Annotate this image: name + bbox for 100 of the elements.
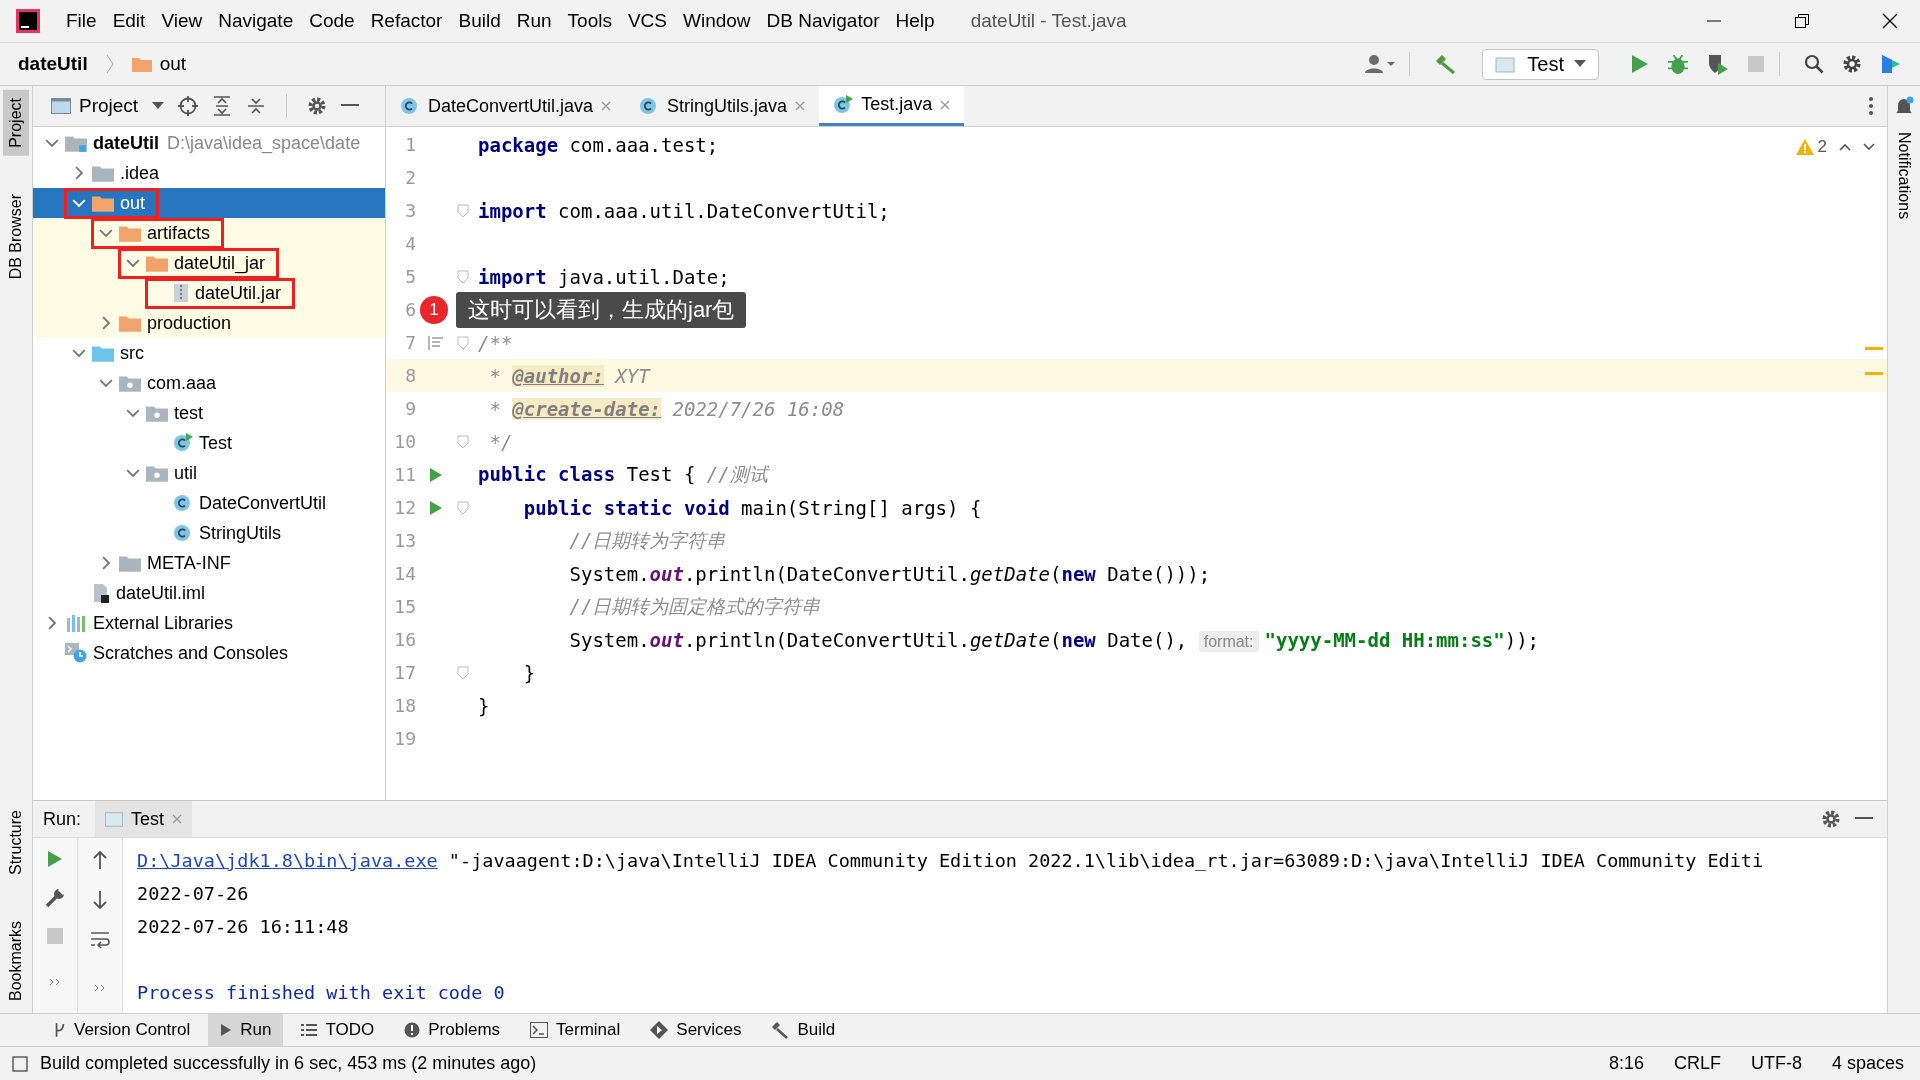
tree-item[interactable]: util (33, 458, 385, 488)
search-icon[interactable] (1804, 54, 1824, 74)
status-item[interactable]: CRLF (1673, 1053, 1721, 1074)
tree-item[interactable]: dateUtil.jar (33, 278, 385, 308)
hammer-icon (771, 1021, 790, 1039)
shield-run-icon[interactable] (1707, 53, 1729, 75)
tree-item[interactable]: Test (33, 428, 385, 458)
crosshair-icon[interactable] (178, 96, 199, 116)
tool-window-tab[interactable]: TODO (289, 1014, 387, 1046)
tree-item[interactable]: Scratches and Consoles (33, 638, 385, 668)
minimize-icon[interactable] (1855, 817, 1873, 821)
tree-item[interactable]: StringUtils (33, 518, 385, 548)
menu-item[interactable]: Code (309, 10, 355, 32)
app-logo-icon[interactable] (1880, 53, 1902, 75)
bell-icon[interactable] (1894, 96, 1914, 116)
tool-window-tab[interactable]: DB Browser (3, 185, 29, 288)
breadcrumb-item[interactable]: dateUtil (18, 53, 88, 75)
settings-icon[interactable] (1842, 54, 1862, 74)
close-icon[interactable] (1882, 13, 1898, 29)
editor-tab[interactable]: StringUtils.java (625, 86, 820, 126)
hammer-icon[interactable] (1434, 53, 1457, 75)
chevron-up-icon[interactable] (1839, 143, 1851, 151)
minimize-icon[interactable] (341, 104, 360, 108)
wrench-icon[interactable] (45, 888, 65, 908)
menu-item[interactable]: Tools (567, 10, 612, 32)
tree-item[interactable]: .idea (33, 158, 385, 188)
tool-window-tab[interactable]: Run (208, 1014, 284, 1046)
tree-item[interactable]: artifacts (33, 218, 385, 248)
tool-window-tab[interactable]: Terminal (518, 1014, 633, 1046)
menu-item[interactable]: File (66, 10, 97, 32)
line-number: 9 (404, 397, 416, 420)
panel-title[interactable]: Project (79, 95, 139, 117)
settings-icon[interactable] (307, 96, 328, 116)
tool-window-tab[interactable]: Build (759, 1014, 848, 1046)
status-item[interactable]: UTF-8 (1750, 1053, 1802, 1074)
arrow-down-icon[interactable] (92, 890, 108, 910)
breadcrumb-item[interactable]: out (159, 53, 187, 75)
line-number: 7 (404, 331, 416, 354)
run-icon[interactable] (429, 466, 443, 483)
more-chevron-icon[interactable] (94, 984, 106, 992)
status-item[interactable]: 4 spaces (1831, 1053, 1904, 1074)
menu-item[interactable]: Run (516, 10, 552, 32)
collapse-all-icon[interactable] (246, 96, 267, 116)
tree-item[interactable]: DateConvertUtil (33, 488, 385, 518)
tree-item[interactable]: External Libraries (33, 608, 385, 638)
expand-all-icon[interactable] (212, 96, 233, 116)
tree-item[interactable]: META-INF (33, 548, 385, 578)
code-line: import java.util.Date; (478, 265, 730, 288)
tree-item[interactable]: dateUtil D:\java\idea_space\date (33, 128, 385, 158)
tree-item[interactable]: out (33, 188, 385, 218)
run-configuration-dropdown[interactable]: Test (1482, 48, 1599, 80)
caret-icon[interactable] (152, 102, 165, 110)
run-icon[interactable] (47, 850, 63, 868)
run-icon[interactable] (1629, 54, 1649, 74)
restore-icon[interactable] (1794, 13, 1810, 29)
tool-window-tab[interactable]: Bookmarks (3, 912, 29, 1009)
tree-item[interactable]: src (33, 338, 385, 368)
line-number: 10 (393, 430, 416, 453)
menu-item[interactable]: Navigate (218, 10, 294, 32)
line-number: 11 (393, 463, 416, 486)
console-tab[interactable]: Test (95, 801, 193, 837)
status-item[interactable]: 8:16 (1608, 1053, 1644, 1074)
tool-window-tab[interactable]: Version Control (42, 1014, 203, 1046)
executable-link[interactable]: D:\Java\jdk1.8\bin\java.exe (137, 850, 438, 871)
tool-window-tab[interactable]: Problems (392, 1014, 513, 1046)
folder-icon (92, 194, 114, 212)
code-line: /** (478, 331, 513, 354)
menu-item[interactable]: Help (895, 10, 935, 32)
tool-window-tab[interactable]: Project (3, 90, 29, 156)
tool-window-tab[interactable]: Structure (3, 802, 29, 883)
menu-item[interactable]: DB Navigator (766, 10, 880, 32)
menu-item[interactable]: Refactor (370, 10, 443, 32)
tree-item[interactable]: test (33, 398, 385, 428)
chevron-down-icon[interactable] (1863, 143, 1875, 151)
tool-window-tab[interactable]: Services (638, 1014, 754, 1046)
menu-item[interactable]: View (161, 10, 203, 32)
settings-icon[interactable] (1821, 809, 1841, 829)
tree-item[interactable]: production (33, 308, 385, 338)
tree-item[interactable]: dateUtil.iml (33, 578, 385, 608)
warning-count[interactable]: 2 (1817, 137, 1827, 157)
tool-window-tab[interactable]: Notifications (1891, 124, 1917, 228)
editor-tab[interactable]: DateConvertUtil.java (386, 86, 626, 126)
tree-item[interactable]: dateUtil_jar (33, 248, 385, 278)
tree-item[interactable]: com.aaa (33, 368, 385, 398)
info-icon (404, 1022, 421, 1038)
arrow-up-icon[interactable] (92, 850, 108, 870)
run-icon[interactable] (429, 499, 443, 516)
doc-toggle-icon[interactable] (428, 334, 444, 351)
menu-item[interactable]: Build (458, 10, 501, 32)
bug-icon[interactable] (1667, 53, 1689, 75)
menu-item[interactable]: Window (683, 10, 751, 32)
user-icon[interactable] (1365, 54, 1396, 74)
menu-item[interactable]: VCS (627, 10, 667, 32)
soft-wrap-icon[interactable] (90, 930, 110, 950)
more-icon[interactable] (1869, 97, 1873, 115)
more-chevron-icon[interactable] (49, 978, 61, 986)
editor-tab[interactable]: Test.java (819, 86, 965, 126)
line-number: 19 (393, 727, 416, 750)
checkbox-icon[interactable] (12, 1055, 28, 1072)
menu-item[interactable]: Edit (112, 10, 146, 32)
